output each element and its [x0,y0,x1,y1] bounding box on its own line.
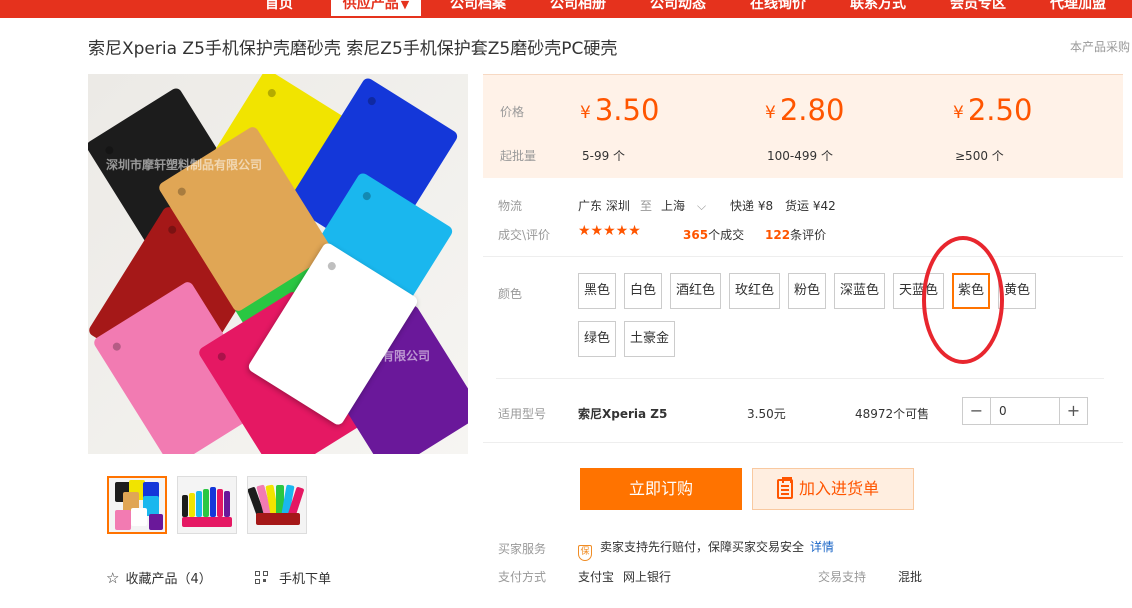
nav-item-supply-products[interactable]: 供应产品 ▼ [331,0,421,16]
color-option-wine-red[interactable]: 酒红色 [670,273,721,309]
color-label: 颜色 [498,287,523,301]
mobile-order-button[interactable]: 手机下单 [255,568,331,587]
qty-tier-2: 100-499 个 [767,149,833,163]
quantity-input[interactable]: 0 [999,404,1007,418]
moq-label: 起批量 [500,149,537,163]
model-name: 索尼Xperia Z5 [578,407,668,421]
model-label: 适用型号 [498,407,547,421]
qty-tier-1: 5-99 个 [582,149,626,163]
star-outline-icon: ☆ [106,569,120,587]
price-label: 价格 [500,105,525,119]
destination-label: 上海 [661,199,686,213]
payment-method-online-banking: 网上银行 [623,570,672,584]
nav-label: 公司动态 [650,0,706,12]
divider [483,256,1123,257]
color-option-rose-red[interactable]: 玫红色 [729,273,780,309]
reviews-label: 成交\评价 [498,228,551,242]
add-to-cart-label: 加入进货单 [799,479,880,498]
add-to-cart-button[interactable]: 加入进货单 [752,468,914,510]
price-tier-3: ¥2.50 [953,93,1033,127]
model-price: 3.50元 [747,407,786,421]
payment-method-alipay: 支付宝 [578,570,615,584]
logistics-label: 物流 [498,199,523,213]
guarantee-shield-icon: 保 [578,545,592,561]
reviews-count[interactable]: 122条评价 [765,226,826,243]
destination-select[interactable]: 上海 ⌵ [661,197,706,214]
quantity-stepper: − 0 + [962,397,1088,425]
color-option-green[interactable]: 绿色 [578,321,616,357]
nav-item-online-inquiry[interactable]: 在线询价 [736,0,820,16]
nav-label: 会员专区 [950,0,1006,12]
express-fee: 快递 ¥8 [730,199,774,213]
rating-stars: ★★★★★ [578,223,641,239]
trade-support-label: 交易支持 [818,570,867,584]
freight-fee: 货运 ¥42 [785,199,836,213]
service-detail-link[interactable]: 详情 [810,540,834,554]
price-tier-1: ¥3.50 [580,93,660,127]
nav-label: 代理加盟 [1050,0,1106,12]
nav-item-contact[interactable]: 联系方式 [836,0,920,16]
purchase-link[interactable]: 本产品采购 [1070,38,1130,55]
nav-label: 供应产品 [342,0,399,12]
payment-label: 支付方式 [498,570,547,584]
service-text: 卖家支持先行赔付，保障买家交易安全 [600,540,805,554]
color-option-pink[interactable]: 粉色 [788,273,826,309]
color-option-dark-blue[interactable]: 深蓝色 [834,273,885,309]
quantity-increase-button[interactable]: + [1059,398,1087,424]
nav-label: 公司相册 [550,0,606,12]
divider [496,378,1104,379]
nav-item-company-news[interactable]: 公司动态 [636,0,720,16]
chevron-down-icon: ▼ [400,0,410,11]
clipboard-icon [777,477,793,499]
nav-label: 联系方式 [850,0,906,12]
nav-item-agent-join[interactable]: 代理加盟 [1036,0,1120,16]
mobile-order-label: 手机下单 [279,572,332,587]
color-option-tuhao-gold[interactable]: 土豪金 [624,321,675,357]
nav-label: 在线询价 [750,0,806,12]
color-option-white[interactable]: 白色 [624,273,662,309]
nav-label: 公司档案 [450,0,506,12]
logistics-from: 广东 深圳 [578,199,630,213]
qr-code-icon [255,571,269,585]
favorite-label: 收藏产品（4） [125,572,212,587]
thumbnail-1[interactable] [107,476,167,534]
buyer-service: 保卖家支持先行赔付，保障买家交易安全 详情 [578,538,834,561]
favorite-product-button[interactable]: ☆ 收藏产品（4） [106,568,212,587]
divider [483,442,1123,443]
nav-item-company-album[interactable]: 公司相册 [536,0,620,16]
deals-count[interactable]: 365个成交 [683,226,744,243]
thumbnail-2[interactable] [177,476,237,534]
buyer-service-label: 买家服务 [498,542,547,556]
price-tier-2: ¥2.80 [765,93,845,127]
thumbnail-3[interactable] [247,476,307,534]
nav-item-company-profile[interactable]: 公司档案 [436,0,520,16]
logistics-to-word: 至 [640,199,653,213]
qty-tier-3: ≥500 个 [955,149,1004,163]
model-stock: 48972个可售 [855,407,930,421]
nav-item-member-zone[interactable]: 会员专区 [936,0,1020,16]
watermark: 深圳市摩轩塑料制品有限公司 [274,349,431,363]
nav-item-home[interactable]: 首页 [248,0,310,16]
chevron-down-icon: ⌵ [697,199,707,213]
top-nav: 首页 供应产品 ▼ 公司档案 公司相册 公司动态 在线询价 联系方式 会员专区 代… [0,0,1132,18]
highlight-circle [922,236,1004,364]
watermark: 深圳市摩轩塑料制品有限公司 [106,158,263,172]
color-option-black[interactable]: 黑色 [578,273,616,309]
main-product-image[interactable]: 深圳市摩轩塑料制品有限公司 深圳市摩轩塑料制品有限公司 [88,74,468,454]
trade-support-value: 混批 [898,570,923,584]
quantity-decrease-button[interactable]: − [963,398,991,424]
nav-label: 首页 [265,0,293,12]
order-now-button[interactable]: 立即订购 [580,468,742,510]
page-title: 索尼Xperia Z5手机保护壳磨砂壳 索尼Z5手机保护套Z5磨砂壳PC硬壳 [88,39,618,59]
